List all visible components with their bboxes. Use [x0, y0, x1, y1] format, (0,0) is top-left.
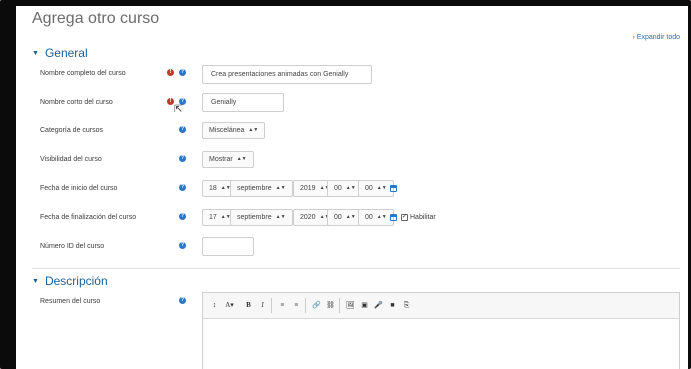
fullname-input[interactable]: Crea presentaciones animadas con Geniall…: [202, 65, 372, 84]
enddate-day: 17: [209, 214, 217, 221]
expand-all-link[interactable]: › Expandir todo: [633, 34, 680, 41]
visibility-value: Mostrar: [209, 156, 233, 163]
help-icon[interactable]: ?: [179, 155, 186, 162]
toolbar-media-button[interactable]: ▣: [359, 299, 370, 312]
expand-all-label: Expandir todo: [636, 34, 680, 41]
help-icon[interactable]: ?: [179, 69, 186, 76]
startdate-month: septiembre: [237, 185, 272, 192]
select-arrows-icon: ▲▼: [345, 185, 356, 191]
select-arrows-icon: ▲▼: [376, 214, 387, 220]
select-arrows-icon: ▲▼: [248, 127, 259, 133]
startdate-minute-select[interactable]: 00 ▲▼: [358, 180, 394, 197]
enddate-minute-select[interactable]: 00 ▲▼: [358, 209, 394, 226]
startdate-year: 2019: [300, 185, 316, 192]
startdate-label: Fecha de inicio del curso: [40, 185, 118, 192]
required-icon: !: [167, 69, 174, 76]
toolbar-link-button[interactable]: 🔗: [311, 299, 322, 312]
help-icon[interactable]: ?: [179, 213, 186, 220]
chevron-down-icon: ▼: [32, 50, 39, 57]
select-arrows-icon: ▲▼: [275, 185, 286, 191]
enddate-hour: 00: [334, 214, 342, 221]
summary-editor[interactable]: ↕ A▾ B I ≡ ≡ 🔗 ⛓ 🖼 ▣ 🎤 ■ ⎘: [202, 292, 680, 369]
startdate-hour: 00: [334, 185, 342, 192]
select-arrows-icon: ▲▼: [376, 185, 387, 191]
toolbar-paragraph-style-button[interactable]: A▾: [224, 299, 235, 312]
select-arrows-icon: ▲▼: [275, 214, 286, 220]
course-form-page: Agrega otro curso › Expandir todo ▼ Gener…: [16, 6, 688, 369]
toolbar-bold-button[interactable]: B: [243, 299, 254, 312]
enddate-minute: 00: [365, 214, 373, 221]
chevron-down-icon: ▼: [32, 278, 39, 285]
toolbar-separator: [339, 298, 340, 313]
toolbar-record-video-button[interactable]: ■: [387, 299, 398, 312]
calendar-icon[interactable]: [390, 214, 397, 221]
toolbar-unordered-list-button[interactable]: ≡: [277, 299, 288, 312]
shortname-label: Nombre corto del curso: [40, 99, 113, 106]
toolbar-manage-files-button[interactable]: ⎘: [401, 299, 412, 312]
summary-label: Resumen del curso: [40, 298, 101, 305]
help-icon[interactable]: ?: [179, 242, 186, 249]
enddate-year: 2020: [300, 214, 316, 221]
startdate-day: 18: [209, 185, 217, 192]
screen-frame: Agrega otro curso › Expandir todo ▼ Gener…: [0, 0, 691, 369]
help-icon[interactable]: ?: [179, 297, 186, 304]
toolbar-separator: [271, 298, 272, 313]
section-description-title: Descripción: [44, 274, 108, 288]
shortname-input[interactable]: Genially: [202, 93, 284, 112]
toolbar-unlink-button[interactable]: ⛓: [325, 299, 336, 312]
category-label: Categoría de cursos: [40, 127, 104, 134]
startdate-minute: 00: [365, 185, 373, 192]
enddate-enable-label: Habilitar: [410, 214, 436, 221]
toolbar-expand-button[interactable]: ↕: [209, 299, 220, 312]
section-divider: [32, 268, 680, 269]
select-arrows-icon: ▲▼: [345, 214, 356, 220]
toolbar-image-button[interactable]: 🖼: [345, 299, 356, 312]
toolbar-italic-button[interactable]: I: [257, 299, 268, 312]
section-description-toggle[interactable]: ▼ Descripción: [32, 274, 108, 288]
required-icon: !: [167, 98, 174, 105]
select-arrows-icon: ▲▼: [236, 156, 247, 162]
section-general-title: General: [44, 46, 88, 60]
enddate-label: Fecha de finalización del curso: [40, 214, 137, 221]
enddate-enable-checkbox[interactable]: ✓: [401, 214, 408, 221]
help-icon[interactable]: ?: [179, 126, 186, 133]
toolbar-ordered-list-button[interactable]: ≡: [291, 299, 302, 312]
visibility-label: Visibilidad del curso: [40, 156, 102, 163]
page-title: Agrega otro curso: [32, 10, 160, 27]
enddate-month: septiembre: [237, 214, 272, 221]
calendar-icon[interactable]: [390, 185, 397, 192]
visibility-select[interactable]: Mostrar ▲▼: [202, 151, 254, 168]
toolbar-separator: [305, 298, 306, 313]
startdate-month-select[interactable]: septiembre ▲▼: [230, 180, 293, 197]
category-select[interactable]: Miscelánea ▲▼: [202, 122, 266, 139]
mouse-cursor-icon: ⇱: [174, 104, 183, 115]
idnumber-input[interactable]: [202, 237, 254, 256]
enddate-month-select[interactable]: septiembre ▲▼: [230, 209, 293, 226]
idnumber-label: Número ID del curso: [40, 243, 105, 250]
fullname-label: Nombre completo del curso: [40, 70, 126, 77]
section-general-toggle[interactable]: ▼ General: [32, 46, 88, 60]
category-value: Miscelánea: [209, 127, 245, 134]
help-icon[interactable]: ?: [179, 184, 186, 191]
editor-toolbar: ↕ A▾ B I ≡ ≡ 🔗 ⛓ 🖼 ▣ 🎤 ■ ⎘: [203, 293, 679, 319]
toolbar-record-audio-button[interactable]: 🎤: [373, 299, 384, 312]
